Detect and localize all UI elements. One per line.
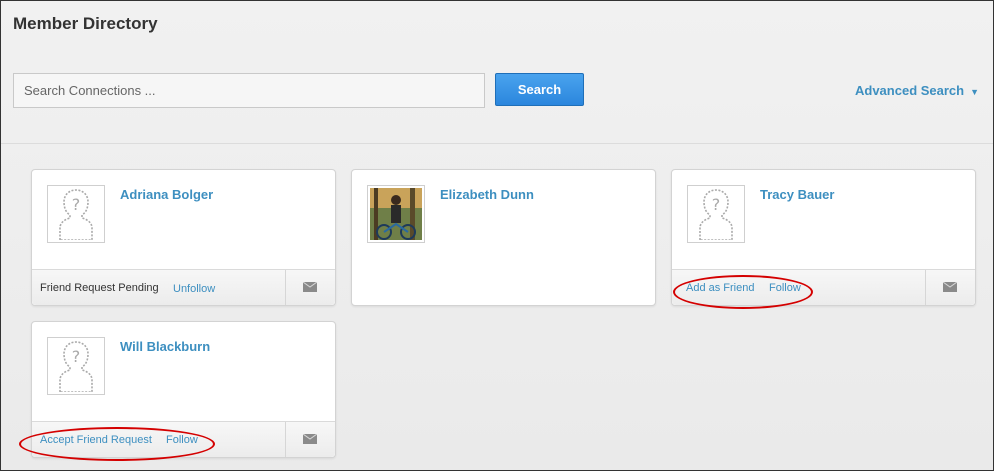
envelope-icon	[303, 434, 317, 444]
advanced-search-label: Advanced Search	[855, 83, 965, 98]
member-card: ? Adriana Bolger Friend Request Pending …	[31, 169, 336, 306]
card-footer: Accept Friend Request Follow	[32, 421, 335, 457]
member-card: ? Tracy Bauer Add as Friend Follow	[671, 169, 976, 306]
message-button[interactable]	[925, 270, 975, 305]
add-friend-link[interactable]: Add as Friend	[686, 282, 754, 294]
page-title: Member Directory	[13, 14, 158, 33]
svg-text:?: ?	[712, 195, 721, 214]
placeholder-avatar-icon[interactable]: ?	[47, 185, 105, 243]
unfollow-link[interactable]: Unfollow	[173, 283, 215, 295]
follow-link[interactable]: Follow	[166, 434, 198, 446]
envelope-icon	[943, 282, 957, 292]
message-button[interactable]	[285, 422, 335, 457]
app-window: Member Directory Search Advanced Search ▼…	[0, 0, 994, 471]
caret-down-icon: ▼	[970, 87, 980, 97]
member-card: ? Will Blackburn Accept Friend Request F…	[31, 321, 336, 458]
search-input[interactable]	[13, 73, 485, 108]
member-name[interactable]: Tracy Bauer	[760, 187, 834, 202]
follow-link[interactable]: Follow	[769, 282, 801, 294]
envelope-icon	[303, 282, 317, 292]
member-card: Elizabeth Dunn	[351, 169, 656, 306]
card-footer: Friend Request Pending Unfollow	[32, 269, 335, 305]
card-footer: Add as Friend Follow	[672, 269, 975, 305]
message-button[interactable]	[285, 270, 335, 305]
member-name[interactable]: Adriana Bolger	[120, 187, 213, 202]
svg-text:?: ?	[72, 347, 81, 366]
member-name[interactable]: Will Blackburn	[120, 339, 210, 354]
svg-text:?: ?	[72, 195, 81, 214]
friend-request-status: Friend Request Pending	[40, 282, 159, 294]
search-button[interactable]: Search	[495, 73, 584, 106]
placeholder-avatar-icon[interactable]: ?	[47, 337, 105, 395]
divider	[1, 143, 993, 144]
member-photo[interactable]	[367, 185, 425, 243]
accept-friend-request-link[interactable]: Accept Friend Request	[40, 434, 152, 446]
member-name[interactable]: Elizabeth Dunn	[440, 187, 534, 202]
advanced-search-link[interactable]: Advanced Search ▼	[855, 83, 979, 98]
placeholder-avatar-icon[interactable]: ?	[687, 185, 745, 243]
